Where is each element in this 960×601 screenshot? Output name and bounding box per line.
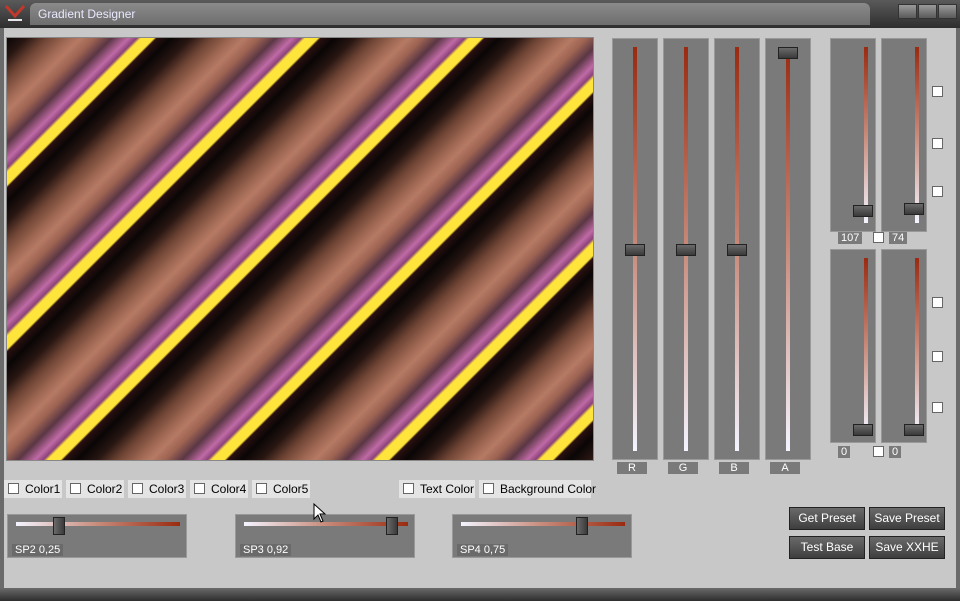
slider-a-label: A	[770, 462, 800, 474]
side-slider-top-right[interactable]	[881, 38, 927, 232]
slider-b-label: B	[719, 462, 749, 474]
slider-a-track	[786, 47, 790, 451]
side-slider-top-link-checkbox[interactable]	[873, 232, 884, 243]
save-xxhe-button[interactable]: Save XXHE	[869, 536, 945, 559]
color5-option[interactable]: Color5	[252, 480, 310, 498]
sp3-slider-thumb[interactable]	[386, 517, 398, 535]
slider-a-thumb[interactable]	[778, 47, 798, 59]
color1-label: Color1	[25, 482, 61, 496]
option-checkbox-5[interactable]	[932, 351, 943, 362]
color4-option[interactable]: Color4	[190, 480, 248, 498]
app-logo-icon	[4, 4, 26, 21]
slider-a[interactable]	[765, 38, 811, 460]
option-checkbox-3[interactable]	[932, 186, 943, 197]
side-slider-bottom-left-thumb[interactable]	[853, 424, 873, 436]
color2-label: Color2	[87, 482, 123, 496]
color3-label: Color3	[149, 482, 185, 496]
maximize-button[interactable]	[918, 4, 937, 19]
sp4-slider-track	[461, 522, 625, 526]
side-slider-bottom-left-track	[864, 258, 868, 434]
side-slider-bottom-left[interactable]	[830, 249, 876, 443]
sp4-slider-thumb[interactable]	[576, 517, 588, 535]
close-button[interactable]	[938, 4, 957, 19]
side-slider-bottom-link-checkbox[interactable]	[873, 446, 884, 457]
sp4-slider[interactable]: SP4 0,75	[452, 514, 632, 558]
mouse-cursor-icon	[313, 503, 327, 523]
side-slider-top-right-value: 74	[889, 232, 908, 244]
option-checkbox-4[interactable]	[932, 297, 943, 308]
sp2-slider-label: SP2 0,25	[12, 544, 64, 556]
slider-r-label: R	[617, 462, 647, 474]
sp2-slider-track	[16, 522, 180, 526]
text-color-checkbox[interactable]	[403, 483, 414, 494]
side-slider-top-left-value: 107	[838, 232, 863, 244]
sp3-slider-label: SP3 0,92	[240, 544, 292, 556]
slider-g-label: G	[668, 462, 698, 474]
slider-r[interactable]	[612, 38, 658, 460]
color2-checkbox[interactable]	[70, 483, 81, 494]
sp2-slider-thumb[interactable]	[53, 517, 65, 535]
gradient-preview-image	[7, 38, 593, 460]
slider-g[interactable]	[663, 38, 709, 460]
side-slider-bottom-right-track	[915, 258, 919, 434]
get-preset-button[interactable]: Get Preset	[789, 507, 865, 530]
color2-option[interactable]: Color2	[66, 480, 124, 498]
window-frame-right	[956, 28, 960, 588]
minimize-button[interactable]	[898, 4, 917, 19]
window-title: Gradient Designer	[38, 7, 136, 21]
color4-label: Color4	[211, 482, 247, 496]
title-bar[interactable]: Gradient Designer	[0, 0, 960, 28]
text-color-label: Text Color	[420, 482, 475, 496]
background-color-option[interactable]: Background Color	[479, 480, 596, 498]
color3-checkbox[interactable]	[132, 483, 143, 494]
color5-checkbox[interactable]	[256, 483, 267, 494]
slider-r-thumb[interactable]	[625, 244, 645, 256]
side-slider-bottom-right[interactable]	[881, 249, 927, 443]
gradient-preview-canvas[interactable]	[6, 37, 594, 461]
test-base-button[interactable]: Test Base	[789, 536, 865, 559]
slider-b-thumb[interactable]	[727, 244, 747, 256]
sp2-slider[interactable]: SP2 0,25	[7, 514, 187, 558]
color3-option[interactable]: Color3	[128, 480, 186, 498]
background-color-checkbox[interactable]	[483, 483, 494, 494]
sp4-slider-label: SP4 0,75	[457, 544, 509, 556]
color4-checkbox[interactable]	[194, 483, 205, 494]
side-slider-top-right-track	[915, 47, 919, 223]
side-slider-bottom-right-thumb[interactable]	[904, 424, 924, 436]
title-tab	[30, 3, 870, 25]
side-slider-top-right-thumb[interactable]	[904, 203, 924, 215]
save-preset-button[interactable]: Save Preset	[869, 507, 945, 530]
text-color-option[interactable]: Text Color	[399, 480, 475, 498]
slider-g-thumb[interactable]	[676, 244, 696, 256]
background-color-label: Background Color	[500, 482, 597, 496]
window-frame-bottom	[0, 588, 960, 601]
option-checkbox-6[interactable]	[932, 402, 943, 413]
color5-label: Color5	[273, 482, 309, 496]
side-slider-top-left-track	[864, 47, 868, 223]
color1-checkbox[interactable]	[8, 483, 19, 494]
side-slider-bottom-left-value: 0	[838, 446, 851, 458]
color1-option[interactable]: Color1	[4, 480, 62, 498]
side-slider-top-left[interactable]	[830, 38, 876, 232]
slider-b[interactable]	[714, 38, 760, 460]
option-checkbox-2[interactable]	[932, 138, 943, 149]
window-frame-left	[0, 28, 4, 588]
side-slider-bottom-right-value: 0	[889, 446, 902, 458]
option-checkbox-1[interactable]	[932, 86, 943, 97]
side-slider-top-left-thumb[interactable]	[853, 205, 873, 217]
